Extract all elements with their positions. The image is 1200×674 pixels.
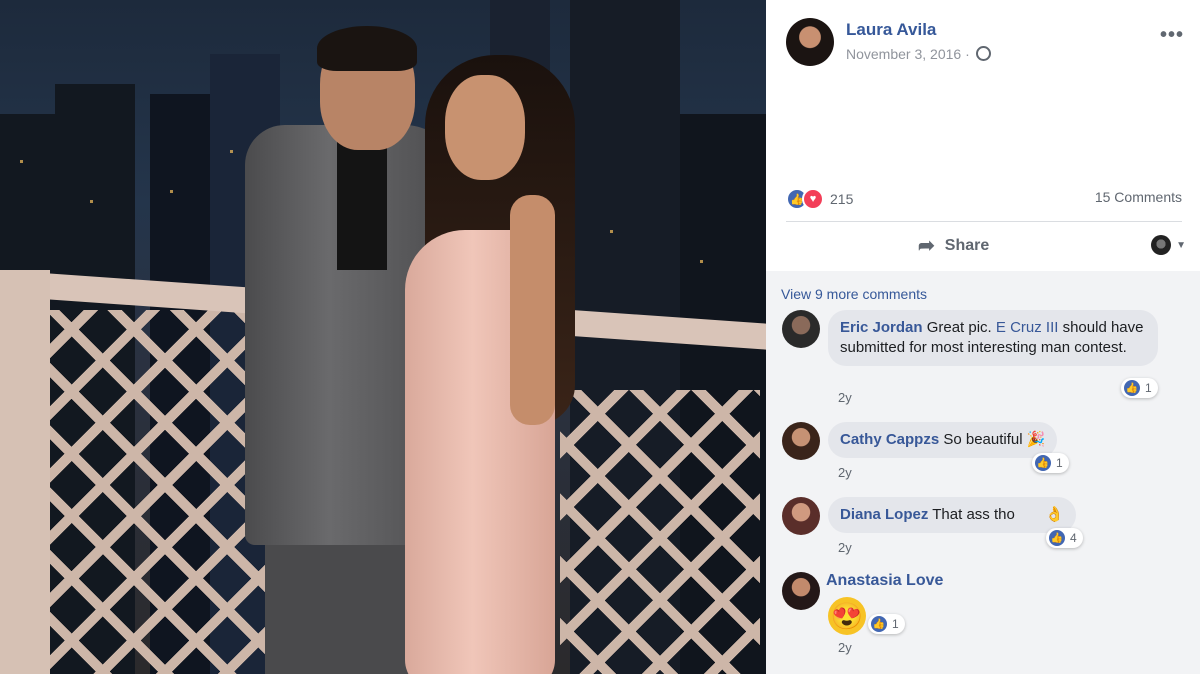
heart-eyes-emoji: 😍 (828, 597, 866, 635)
comment-reactions[interactable]: 👍 1 (1032, 453, 1069, 473)
reaction-summary[interactable]: 👍 ♥ 215 (786, 188, 853, 210)
comment-reactions[interactable]: 👍 4 (1046, 528, 1083, 548)
commenter-avatar[interactable] (782, 422, 820, 460)
comment-reactions[interactable]: 👍 1 (1121, 378, 1158, 398)
share-button[interactable]: ➦ Share (918, 233, 989, 258)
like-icon: 👍 (1124, 380, 1140, 396)
caret-down-icon: ▼ (1176, 239, 1186, 251)
reaction-count: 215 (830, 191, 854, 207)
comments-count-link[interactable]: 15 Comments (1095, 189, 1182, 205)
building-light (610, 230, 613, 233)
building-light (700, 260, 703, 263)
comment-age[interactable]: 2y (838, 390, 852, 405)
profile-mini-avatar (1151, 235, 1172, 255)
comment-age[interactable]: 2y (838, 465, 852, 480)
comment-age[interactable]: 2y (838, 540, 852, 555)
comment-text: Great pic. (926, 319, 992, 336)
post-panel: Laura Avila November 3, 2016 · ••• 👍 ♥ 2… (766, 0, 1200, 674)
comment-text: That ass tho (932, 506, 1015, 523)
comment-mention[interactable]: E Cruz III (996, 319, 1059, 336)
commenter-name[interactable]: Cathy Cappzs (840, 431, 939, 448)
like-icon: 👍 (871, 616, 887, 632)
love-icon: ♥ (802, 188, 824, 210)
railing-lattice (560, 390, 760, 674)
comment-bubble: Eric Jordan Great pic. E Cruz III should… (828, 310, 1158, 366)
globe-icon (975, 46, 991, 61)
commenter-name[interactable]: Diana Lopez (840, 506, 928, 523)
post-date[interactable]: November 3, 2016 · (846, 46, 991, 62)
building-light (20, 160, 23, 163)
comment-reaction-count: 1 (1145, 381, 1152, 395)
post-date-text[interactable]: November 3, 2016 · (846, 46, 970, 62)
more-options-icon[interactable]: ••• (1160, 24, 1184, 47)
divider (786, 221, 1182, 222)
comment-age[interactable]: 2y (838, 640, 852, 655)
person-woman (405, 55, 575, 674)
commenter-name[interactable]: Eric Jordan (840, 319, 923, 336)
comment-bubble: Cathy Cappzs So beautiful 🎉 (828, 422, 1058, 458)
commenter-avatar[interactable] (782, 497, 820, 535)
comment-text: So beautiful 🎉 (943, 431, 1046, 448)
comment-reaction-count: 1 (1056, 456, 1063, 470)
comment-reaction-count: 1 (892, 617, 899, 631)
ok-hand-emoji: 👌 (1044, 506, 1064, 523)
building-light (230, 150, 233, 153)
building-light (170, 190, 173, 193)
post-as-selector[interactable]: ▼ (1151, 235, 1186, 255)
commenter-avatar[interactable] (782, 310, 820, 348)
comment-bubble: Diana Lopez That ass tho 👌 (828, 497, 1076, 533)
like-icon: 👍 (1035, 455, 1051, 471)
comment-reactions[interactable]: 👍 1 (868, 614, 905, 634)
comment-reaction-count: 4 (1070, 531, 1077, 545)
author-avatar[interactable] (786, 18, 834, 66)
post-photo[interactable] (0, 0, 766, 674)
share-label: Share (944, 236, 990, 254)
view-more-comments-link[interactable]: View 9 more comments (781, 286, 927, 302)
author-name[interactable]: Laura Avila (846, 20, 936, 40)
commenter-name[interactable]: Anastasia Love (826, 572, 943, 590)
railing-post (0, 270, 50, 674)
building-light (90, 200, 93, 203)
like-icon: 👍 (1049, 530, 1065, 546)
commenter-avatar[interactable] (782, 572, 820, 610)
share-icon: ➦ (918, 235, 935, 257)
